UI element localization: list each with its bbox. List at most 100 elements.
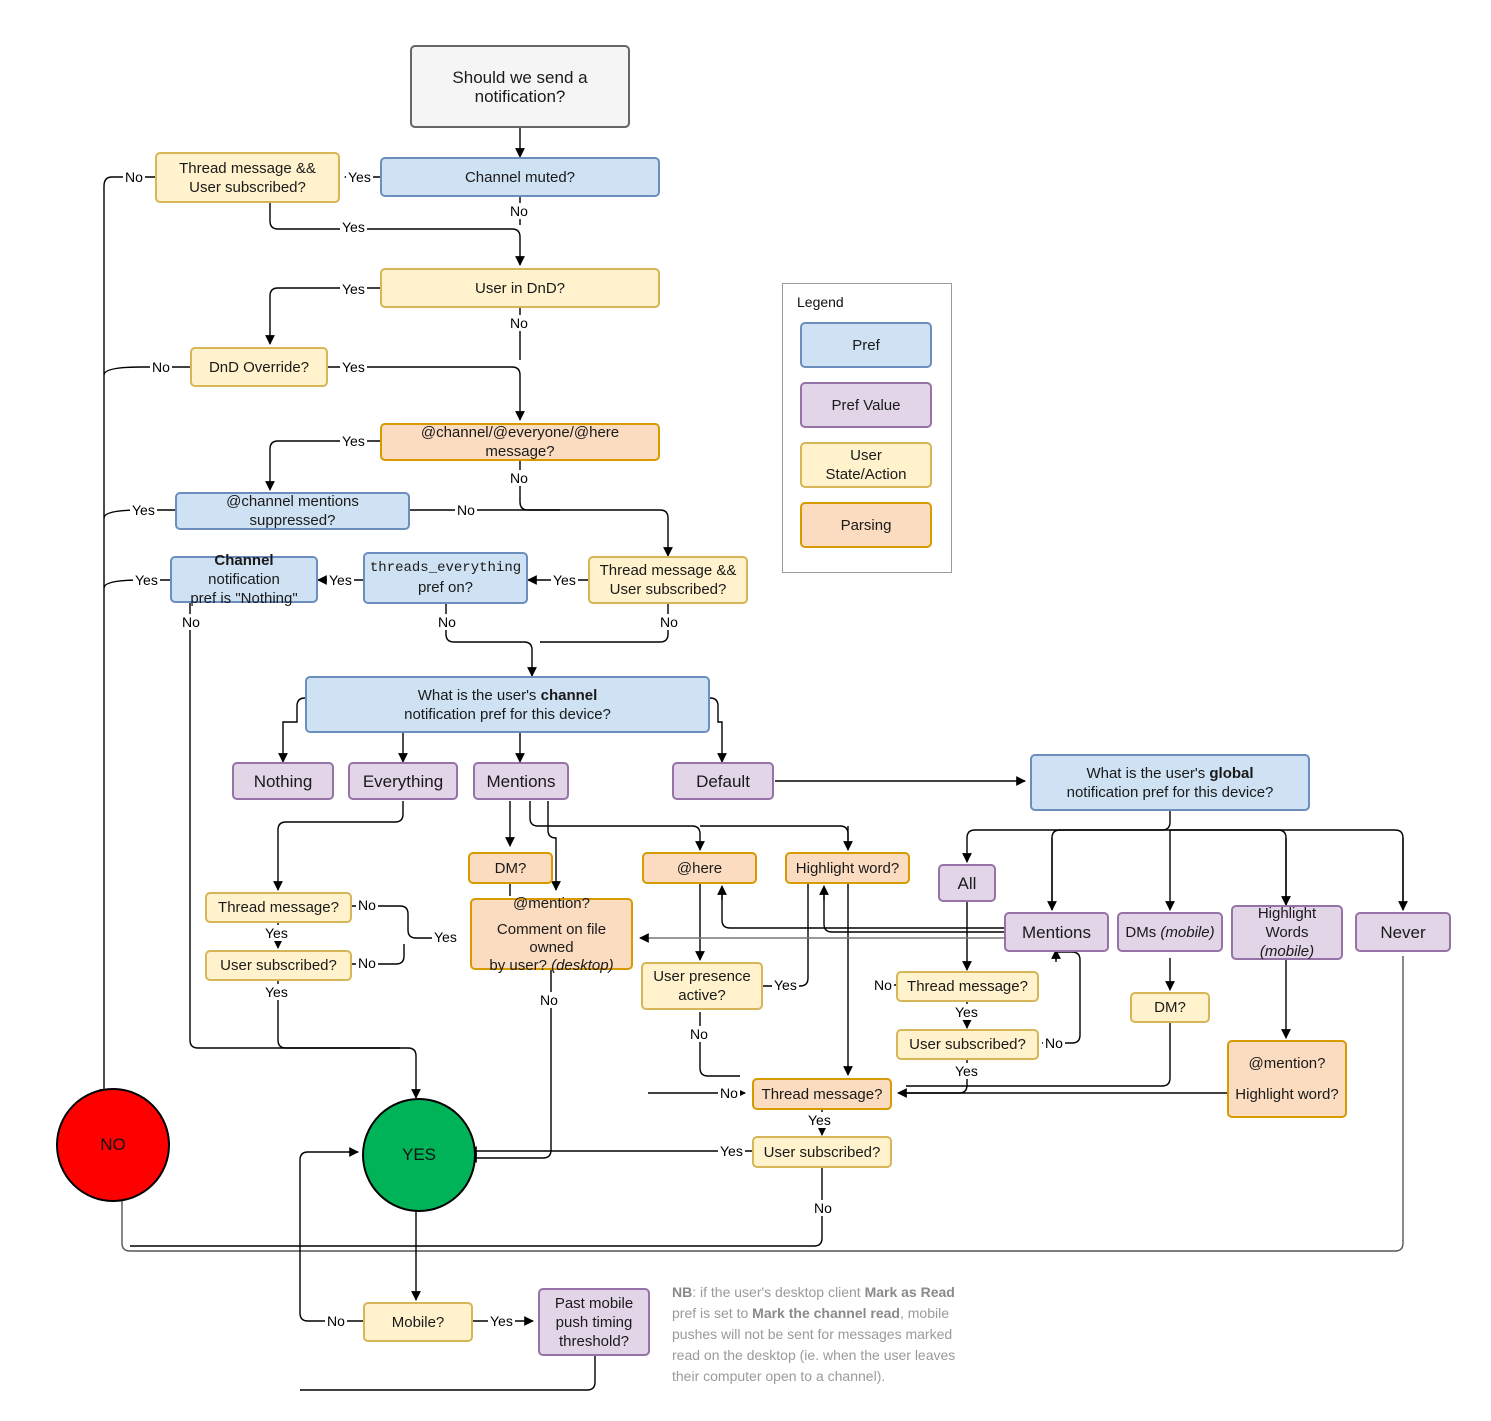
node-mobile-question[interactable]: Mobile? bbox=[363, 1302, 473, 1342]
node-channel-pref-nothing-line2: pref is "Nothing" bbox=[190, 590, 298, 607]
mention-comment-line1: @mention? bbox=[513, 894, 590, 912]
edge-label-no: No bbox=[150, 359, 172, 375]
past-push-line2: push timing bbox=[555, 1313, 633, 1331]
edge-label-no: No bbox=[356, 955, 378, 971]
node-dm-question[interactable]: DM? bbox=[468, 852, 553, 884]
node-channel-pref-question[interactable]: What is the user's channel notification … bbox=[305, 676, 710, 733]
edge-label-yes: Yes bbox=[263, 925, 290, 941]
global-pref-q-line1: What is the user's global bbox=[1086, 764, 1253, 783]
node-user-in-dnd-label: User in DnD? bbox=[474, 279, 566, 297]
dm-question-2-label: DM? bbox=[1154, 999, 1186, 1016]
node-dm-question-2[interactable]: DM? bbox=[1130, 992, 1210, 1023]
node-mention-comment[interactable]: @mention? Comment on file owned by user?… bbox=[470, 895, 633, 974]
node-mentions-suppressed[interactable]: @channel mentions suppressed? bbox=[175, 492, 410, 530]
dm-question-label: DM? bbox=[494, 859, 527, 877]
edge-label-no: No bbox=[718, 1085, 740, 1101]
node-at-here[interactable]: @here bbox=[642, 852, 757, 884]
footnote-prefix: NB bbox=[672, 1284, 693, 1300]
node-value-everything[interactable]: Everything bbox=[348, 762, 458, 800]
legend-item-pref-value-label: Pref Value bbox=[831, 396, 901, 414]
node-user-subscribed-c[interactable]: User subscribed? bbox=[752, 1136, 892, 1168]
channel-pref-q-line1: What is the user's channel bbox=[418, 686, 598, 705]
edge-label-no: No bbox=[1043, 1035, 1065, 1051]
node-dnd-override[interactable]: DnD Override? bbox=[190, 347, 328, 387]
node-value-all[interactable]: All bbox=[938, 864, 996, 902]
thread-message-c-label: Thread message? bbox=[761, 1085, 883, 1103]
node-value-nothing[interactable]: Nothing bbox=[232, 762, 334, 800]
node-value-default[interactable]: Default bbox=[672, 762, 774, 800]
footnote-bold1: Mark as Read bbox=[864, 1284, 955, 1300]
footnote-bold2: Mark the channel read bbox=[752, 1305, 900, 1321]
legend-title: Legend bbox=[797, 294, 844, 310]
flowchart-canvas: Should we send a notification? Channel m… bbox=[0, 0, 1491, 1421]
dms-mobile-tag: (mobile) bbox=[1160, 923, 1215, 941]
node-at-channel-message-label: @channel/@everyone/@here message? bbox=[420, 424, 620, 460]
node-past-push-threshold[interactable]: Past mobile push timing threshold? bbox=[538, 1288, 650, 1356]
value-never-label: Never bbox=[1380, 922, 1426, 942]
edge-label-no: No bbox=[508, 203, 530, 219]
node-value-highlight-words[interactable]: Highlight Words (mobile) bbox=[1231, 905, 1343, 960]
edge-label-no: No bbox=[658, 614, 680, 630]
edge-label-yes: Yes bbox=[340, 219, 367, 235]
node-channel-pref-nothing[interactable]: Channel notification pref is "Nothing" bbox=[170, 552, 318, 607]
node-thread-sub-1[interactable]: Thread message && User subscribed? bbox=[155, 152, 340, 203]
node-result-yes[interactable]: YES bbox=[362, 1098, 476, 1212]
node-value-dms-mobile[interactable]: DMs (mobile) bbox=[1117, 912, 1223, 952]
mention-highlight-line2: Highlight word? bbox=[1235, 1086, 1339, 1103]
value-all-label: All bbox=[957, 873, 977, 893]
node-value-mentions[interactable]: Mentions bbox=[473, 762, 569, 800]
channel-pref-q-l1b: channel bbox=[540, 686, 598, 704]
edge-label-no: No bbox=[455, 502, 477, 518]
user-subscribed-c-label: User subscribed? bbox=[763, 1143, 881, 1161]
node-thread-message-a[interactable]: Thread message? bbox=[205, 892, 352, 923]
node-user-subscribed-b[interactable]: User subscribed? bbox=[896, 1029, 1039, 1060]
node-thread-message-c[interactable]: Thread message? bbox=[752, 1078, 892, 1110]
edge-label-no: No bbox=[508, 470, 530, 486]
node-start-label: Should we send a notification? bbox=[452, 67, 588, 106]
edge-label-no: No bbox=[356, 897, 378, 913]
user-presence-line2: active? bbox=[678, 987, 726, 1004]
thread-message-b-label: Thread message? bbox=[907, 978, 1028, 995]
node-at-channel-message[interactable]: @channel/@everyone/@here message? bbox=[380, 423, 660, 461]
node-value-never[interactable]: Never bbox=[1355, 912, 1451, 952]
node-highlight-word-question[interactable]: Highlight word? bbox=[785, 852, 910, 884]
node-thread-sub-1-line1: Thread message && bbox=[179, 159, 316, 177]
edge-label-yes: Yes bbox=[340, 359, 367, 375]
node-mention-highlight[interactable]: @mention? Highlight word? bbox=[1227, 1040, 1347, 1118]
user-presence-line1: User presence bbox=[653, 968, 751, 985]
node-channel-muted[interactable]: Channel muted? bbox=[380, 157, 660, 197]
desktop-tag: (desktop) bbox=[551, 956, 614, 974]
user-subscribed-a-label: User subscribed? bbox=[220, 957, 337, 974]
edge-label-no: No bbox=[436, 614, 458, 630]
node-user-presence-active[interactable]: User presence active? bbox=[641, 962, 763, 1010]
result-no-label: NO bbox=[100, 1135, 126, 1154]
node-user-in-dnd[interactable]: User in DnD? bbox=[380, 268, 660, 308]
node-thread-message-b[interactable]: Thread message? bbox=[896, 971, 1039, 1002]
channel-pref-rest: notification bbox=[208, 571, 280, 588]
legend-item-pref-label: Pref bbox=[852, 336, 880, 354]
edge-label-no: No bbox=[123, 169, 145, 185]
node-dnd-override-label: DnD Override? bbox=[208, 358, 310, 376]
edge-label-yes: Yes bbox=[340, 433, 367, 449]
node-mentions-suppressed-label: @channel mentions suppressed? bbox=[226, 493, 359, 529]
highlight-words-line1: Highlight Words bbox=[1257, 905, 1317, 941]
channel-keyword: Channel bbox=[214, 552, 274, 569]
edge-label-no: No bbox=[538, 992, 560, 1008]
value-dms-mobile-label: DMs (mobile) bbox=[1125, 923, 1214, 942]
node-result-no[interactable]: NO bbox=[56, 1088, 170, 1202]
node-user-subscribed-a[interactable]: User subscribed? bbox=[205, 950, 352, 981]
mention-highlight-line1: @mention? bbox=[1248, 1055, 1326, 1072]
node-global-pref-question[interactable]: What is the user's global notification p… bbox=[1030, 754, 1310, 811]
edge-label-no: No bbox=[180, 614, 202, 630]
highlight-word-question-label: Highlight word? bbox=[795, 859, 900, 877]
node-thread-sub-1-line2: User subscribed? bbox=[189, 178, 306, 196]
edge-label-yes: Yes bbox=[718, 1143, 745, 1159]
node-threads-everything-pref[interactable]: threads_everything pref on? bbox=[363, 552, 528, 604]
node-thread-sub-2[interactable]: Thread message && User subscribed? bbox=[588, 556, 748, 604]
node-value-global-mentions[interactable]: Mentions bbox=[1004, 912, 1109, 952]
footnote-part2: pref is set to bbox=[672, 1305, 753, 1321]
mention-comment-line2: Comment on file owned by user? (desktop) bbox=[478, 921, 625, 975]
node-start[interactable]: Should we send a notification? bbox=[410, 45, 630, 128]
edge-label-yes: Yes bbox=[432, 929, 459, 945]
edge-label-no: No bbox=[688, 1026, 710, 1042]
